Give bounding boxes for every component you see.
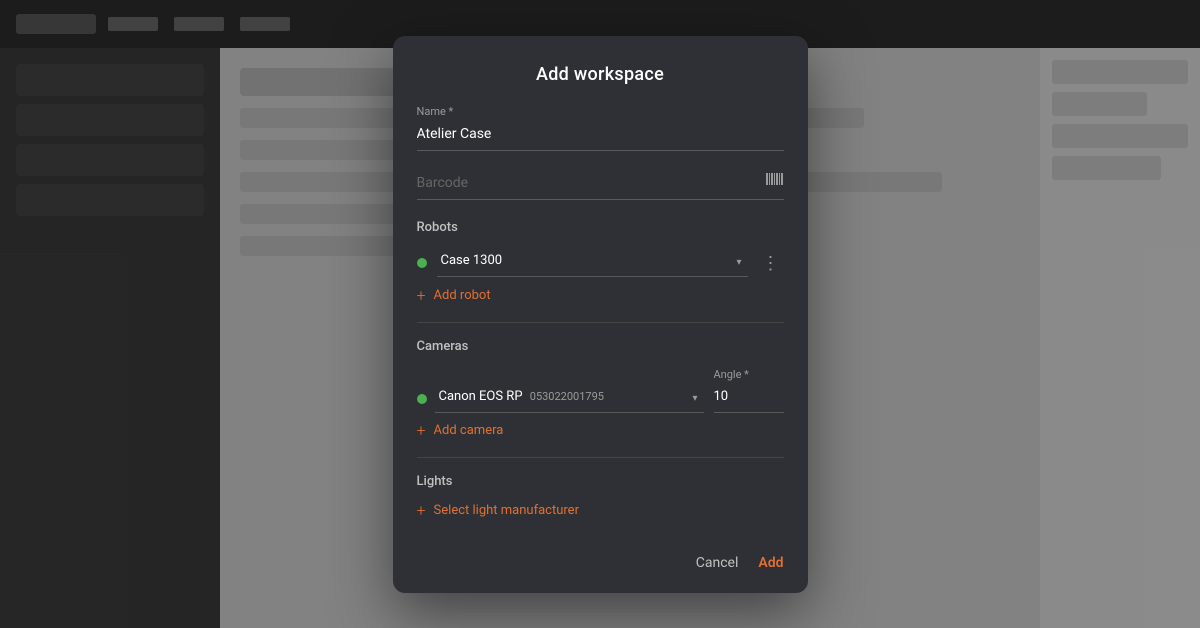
cameras-section-title: Cameras [417, 339, 784, 354]
robots-section-title: Robots [417, 220, 784, 235]
name-input[interactable] [417, 122, 784, 151]
name-label: Name * [417, 105, 784, 118]
camera-main: Canon EOS RP 053022001795 ▾ [417, 385, 704, 413]
add-light-icon: + [417, 503, 426, 519]
camera-model: Canon EOS RP [439, 389, 523, 404]
modal-header: Add workspace [393, 36, 808, 105]
add-camera-row[interactable]: + Add camera [417, 423, 784, 439]
section-divider [417, 457, 784, 458]
name-field-wrapper: Name * [417, 105, 784, 151]
camera-status-dot [417, 394, 427, 404]
angle-label: Angle * [714, 368, 784, 381]
lights-section: Lights + Select light manufacturer [417, 474, 784, 519]
modal-body: Name * [393, 105, 808, 519]
camera-name: Canon EOS RP 053022001795 [435, 385, 704, 412]
section-divider [417, 322, 784, 323]
add-robot-label: Add robot [434, 288, 491, 303]
barcode-field-wrapper [417, 171, 784, 200]
modal-overlay: Add workspace Name * [0, 0, 1200, 628]
robot-row: Case 1300 ▾ ⋮ [417, 249, 784, 278]
robot-name: Case 1300 [437, 249, 748, 276]
more-options-icon[interactable]: ⋮ [758, 249, 784, 278]
cameras-section: Cameras Canon EOS RP 053022001795 ▾ [417, 339, 784, 439]
camera-serial: 053022001795 [530, 390, 604, 403]
robot-dropdown-wrapper[interactable]: Case 1300 ▾ [437, 249, 748, 277]
add-robot-icon: + [417, 288, 426, 304]
modal-footer: Cancel Add [393, 537, 808, 593]
cancel-button[interactable]: Cancel [696, 555, 739, 571]
add-robot-row[interactable]: + Add robot [417, 288, 784, 304]
barcode-input[interactable] [417, 171, 766, 199]
add-button[interactable]: Add [758, 555, 783, 571]
robot-status-dot [417, 258, 427, 268]
add-workspace-modal: Add workspace Name * [393, 36, 808, 593]
select-light-row[interactable]: + Select light manufacturer [417, 503, 784, 519]
angle-input[interactable] [714, 385, 784, 413]
angle-field-wrapper: Angle * [714, 368, 784, 413]
barcode-icon[interactable] [766, 171, 784, 199]
camera-dropdown-wrapper[interactable]: Canon EOS RP 053022001795 ▾ [435, 385, 704, 413]
robots-section: Robots Case 1300 ▾ ⋮ + Add robot [417, 220, 784, 304]
add-camera-icon: + [417, 423, 426, 439]
select-light-label: Select light manufacturer [434, 503, 579, 518]
modal-title: Add workspace [417, 64, 784, 85]
camera-row: Canon EOS RP 053022001795 ▾ Angle * [417, 368, 784, 413]
lights-section-title: Lights [417, 474, 784, 489]
add-camera-label: Add camera [434, 423, 504, 438]
